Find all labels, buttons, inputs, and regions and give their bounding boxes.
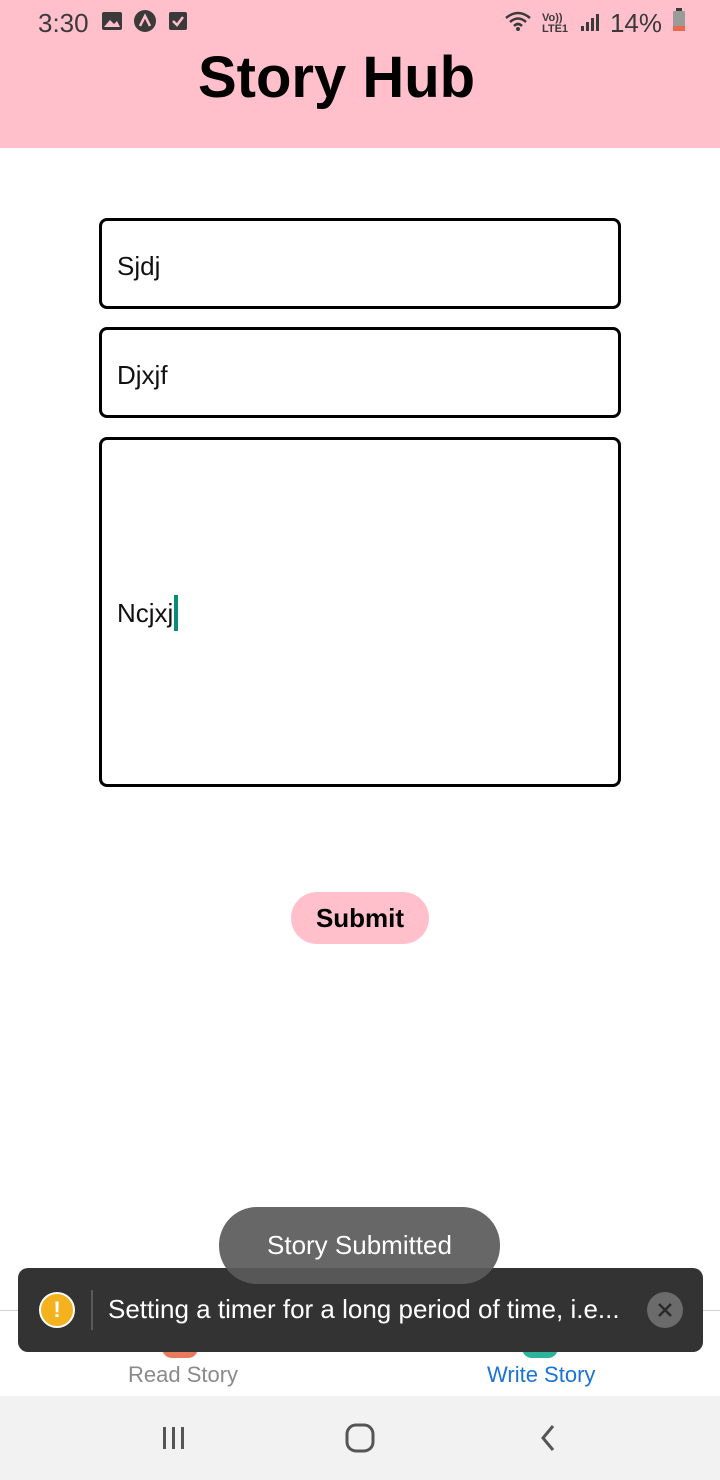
text-caret [174,595,179,631]
recent-apps-icon[interactable] [154,1418,194,1458]
app-header: 3:30 Vo)) LTE1 14% Story Hub [0,0,720,148]
signal-icon [580,8,600,39]
status-left-icons [100,9,190,33]
warning-icon: ! [39,1292,75,1328]
story-textarea[interactable]: Ncjxj [99,437,621,787]
tab-read-story[interactable]: Read Story [128,1362,238,1388]
status-right: Vo)) LTE1 14% [504,8,686,39]
wifi-icon [504,8,532,39]
title-input[interactable]: Sjdj [99,218,621,309]
close-icon[interactable] [647,1292,683,1328]
network-label: Vo)) LTE1 [541,11,569,35]
story-text-row: Ncjxj [117,595,179,633]
warning-divider [91,1290,93,1330]
image-icon [100,9,124,33]
author-input[interactable]: Djxjf [99,327,621,418]
title-input-value: Sjdj [117,251,161,281]
page-title: Story Hub [198,45,476,110]
status-time: 3:30 [38,8,89,38]
status-bar: 3:30 Vo)) LTE1 14% [0,0,720,44]
tab-write-story[interactable]: Write Story [487,1362,595,1388]
toast-message: Story Submitted [219,1207,500,1284]
system-nav-bar [0,1396,720,1480]
home-icon[interactable] [340,1418,380,1458]
author-input-value: Djxjf [117,360,168,390]
warning-message: Setting a timer for a long period of tim… [108,1294,620,1324]
story-textarea-value: Ncjxj [117,597,174,628]
battery-percent: 14% [609,8,662,38]
checkbox-icon [166,9,190,33]
battery-icon [672,8,686,39]
submit-button[interactable]: Submit [291,892,429,944]
back-icon[interactable] [528,1418,568,1458]
app-a-icon [133,9,157,33]
